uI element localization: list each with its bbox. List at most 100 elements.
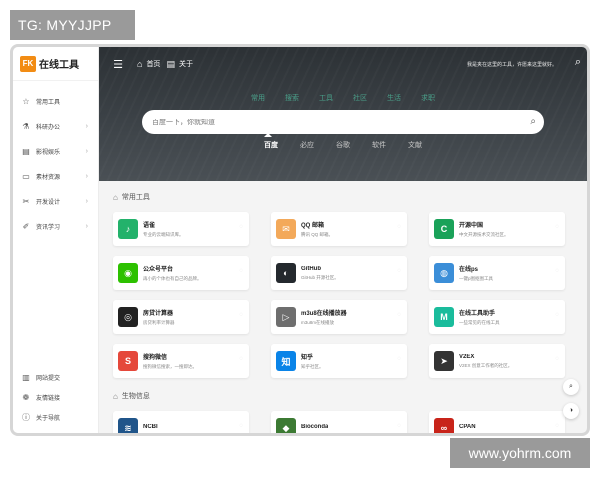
chevron-right-icon: › xyxy=(85,148,88,155)
tool-card-title: V2EX xyxy=(459,353,475,360)
search-icon[interactable]: ⌕ xyxy=(575,56,581,69)
tab-search[interactable]: 搜索 xyxy=(285,93,299,103)
menu-icon[interactable]: ☰ xyxy=(105,58,131,71)
engine-literature[interactable]: 文献 xyxy=(408,140,422,150)
logo-mark: FK xyxy=(20,55,36,72)
sidebar-item-entertainment[interactable]: ▤ 影视娱乐 › xyxy=(13,139,98,164)
more-icon[interactable]: ◌ xyxy=(239,224,243,230)
more-icon[interactable]: ◌ xyxy=(397,224,401,230)
tool-card[interactable]: ➤ V2EX V2EX 创意工作者的社区。 ◌ xyxy=(429,344,565,378)
tool-card-text: Bioconda xyxy=(301,424,328,433)
nav-home[interactable]: ⌂ 首页 xyxy=(137,59,160,69)
sidebar-item-label: 网站提交 xyxy=(36,375,61,382)
logo[interactable]: FK 在线工具 xyxy=(13,47,98,81)
more-icon[interactable]: ◌ xyxy=(555,356,559,362)
nav-about[interactable]: ▤ 关于 xyxy=(166,59,193,70)
sidebar: FK 在线工具 ☆ 常用工具 ⚗ 科研办公 › ▤ 影视娱乐 › ▭ 素材资源 xyxy=(13,47,99,433)
more-icon[interactable]: ◌ xyxy=(239,356,243,362)
tool-card[interactable]: S 搜狗微信 搜狗微信搜索，一搜即达。 ◌ xyxy=(113,344,249,378)
search-box: ⌕ xyxy=(142,110,544,134)
sidebar-item-common-tools[interactable]: ☆ 常用工具 xyxy=(13,89,98,114)
home-icon: ⌂ xyxy=(137,59,143,69)
tool-card-desc: 再小的个体也有自己的品牌。 xyxy=(143,276,202,281)
tool-card-title: 在线ps xyxy=(459,267,479,273)
tab-community[interactable]: 社区 xyxy=(353,93,367,103)
tool-card[interactable]: ✉ QQ 邮箱 腾讯 QQ 邮箱。 ◌ xyxy=(271,212,407,246)
tool-logo-icon: ◎ xyxy=(118,307,138,327)
tab-common[interactable]: 常用 xyxy=(251,93,265,103)
tool-card-text: m3u8在线播放器 m3u8m在线播放 xyxy=(301,308,347,326)
tool-card-text: 在线工具助手 一些常见的在线工具 xyxy=(459,308,500,326)
more-icon[interactable]: ◌ xyxy=(555,312,559,318)
sidebar-item-learning[interactable]: ✐ 资讯学习 › xyxy=(13,214,98,239)
tool-card[interactable]: ◉ 公众号平台 再小的个体也有自己的品牌。 ◌ xyxy=(113,256,249,290)
chevron-right-icon: › xyxy=(85,223,88,230)
search-submit-icon[interactable]: ⌕ xyxy=(530,116,536,127)
tool-logo-icon: 知 xyxy=(276,351,296,371)
tool-card[interactable]: ◆ Bioconda ◌ xyxy=(271,411,407,433)
top-message: 我是夹在这里的工具，许愿来这里就好。 xyxy=(466,62,557,68)
engine-baidu[interactable]: 百度 xyxy=(264,140,278,150)
tool-card-text: 语雀 专业的云端知识库。 xyxy=(143,220,184,238)
theme-toggle-button[interactable]: ◑ xyxy=(563,403,579,419)
more-icon[interactable]: ◌ xyxy=(555,268,559,274)
float-search-button[interactable]: ⌕ xyxy=(563,379,579,395)
tool-card-title: 在线工具助手 xyxy=(459,311,496,317)
film-icon: ▤ xyxy=(22,147,30,156)
tool-logo-icon: C xyxy=(434,219,454,239)
tool-card[interactable]: ▷ m3u8在线播放器 m3u8m在线播放 ◌ xyxy=(271,300,407,334)
tool-card[interactable]: ≋ NCBI ◌ xyxy=(113,411,249,433)
chevron-right-icon: › xyxy=(85,173,88,180)
engine-bing[interactable]: 必应 xyxy=(300,140,314,150)
sidebar-item-research-office[interactable]: ⚗ 科研办公 › xyxy=(13,114,98,139)
tool-card[interactable]: M 在线工具助手 一些常见的在线工具 ◌ xyxy=(429,300,565,334)
more-icon[interactable]: ◌ xyxy=(397,423,401,429)
tool-card[interactable]: ∞ CPAN ◌ xyxy=(429,411,565,433)
tool-logo-icon: ◍ xyxy=(434,263,454,283)
tab-tools[interactable]: 工具 xyxy=(319,93,333,103)
tool-logo-icon: ➤ xyxy=(434,351,454,371)
sidebar-item-submit-site[interactable]: ▥ 网站提交 xyxy=(13,367,98,387)
tool-card-text: 搜狗微信 搜狗微信搜索，一搜即达。 xyxy=(143,352,197,370)
sidebar-item-label: 资讯学习 xyxy=(36,225,61,231)
more-icon[interactable]: ◌ xyxy=(555,423,559,429)
tab-jobs[interactable]: 求职 xyxy=(421,93,435,103)
tool-card[interactable]: ◐ GitHub GitHub 开源社区。 ◌ xyxy=(271,256,407,290)
tool-card-title: 开源中国 xyxy=(459,223,484,229)
engine-google[interactable]: 谷歌 xyxy=(336,140,350,150)
more-icon[interactable]: ◌ xyxy=(239,423,243,429)
tool-card[interactable]: ◍ 在线ps 一键p图抠图工具 ◌ xyxy=(429,256,565,290)
tool-card-text: CPAN xyxy=(459,424,476,433)
tool-card-title: 知乎 xyxy=(301,355,314,361)
tool-logo-icon: M xyxy=(434,307,454,327)
more-icon[interactable]: ◌ xyxy=(555,224,559,230)
more-icon[interactable]: ◌ xyxy=(239,268,243,274)
watermark: www.yohrm.com xyxy=(450,438,590,468)
tool-card-title: Bioconda xyxy=(301,423,329,430)
search-input[interactable] xyxy=(152,118,512,126)
tool-card[interactable]: ♪ 语雀 专业的云端知识库。 ◌ xyxy=(113,212,249,246)
tool-logo-icon: ♪ xyxy=(118,219,138,239)
submit-icon: ▥ xyxy=(22,372,30,382)
engine-software[interactable]: 软件 xyxy=(372,140,386,150)
more-icon[interactable]: ◌ xyxy=(397,356,401,362)
sidebar-item-resources[interactable]: ▭ 素材资源 › xyxy=(13,164,98,189)
more-icon[interactable]: ◌ xyxy=(397,312,401,318)
tool-card-desc: m3u8m在线播放 xyxy=(301,320,335,325)
tool-logo-icon: ◆ xyxy=(276,418,296,433)
sidebar-item-about[interactable]: ⓘ 关于导航 xyxy=(13,407,98,427)
sidebar-item-dev-design[interactable]: ✂ 开发设计 › xyxy=(13,189,98,214)
tool-card-title: CPAN xyxy=(459,423,476,430)
section-title-label: 常用工具 xyxy=(121,194,150,201)
tool-card[interactable]: ◎ 房贷计算器 房贷利率计算器 ◌ xyxy=(113,300,249,334)
more-icon[interactable]: ◌ xyxy=(397,268,401,274)
star-icon: ☆ xyxy=(22,97,30,106)
sidebar-item-friend-links[interactable]: ❁ 友情链接 xyxy=(13,387,98,407)
section-title-label: 生物信息 xyxy=(121,393,150,400)
tool-card[interactable]: 知知乎 知乎社区。 ◌ xyxy=(271,344,407,378)
tool-card[interactable]: C 开源中国 中文开源技术交流社区。 ◌ xyxy=(429,212,565,246)
tab-life[interactable]: 生活 xyxy=(387,93,401,103)
sidebar-item-label: 影视娱乐 xyxy=(36,150,61,156)
tool-card-title: 公众号平台 xyxy=(143,267,174,273)
more-icon[interactable]: ◌ xyxy=(239,312,243,318)
